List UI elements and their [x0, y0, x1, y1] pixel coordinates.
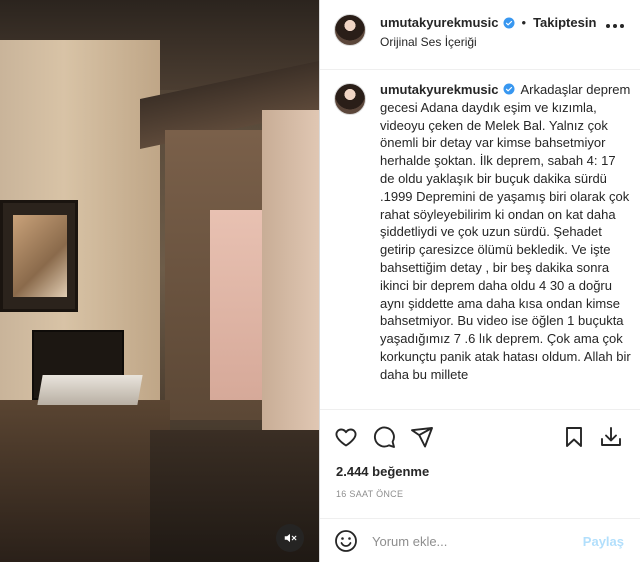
following-button[interactable]: Takiptesin: [533, 15, 596, 30]
actions-divider: [320, 409, 640, 410]
like-button[interactable]: [333, 424, 359, 450]
post-side-panel: umutakyurekmusic • Takiptesin Orijinal S…: [320, 0, 640, 562]
post-header: umutakyurekmusic • Takiptesin Orijinal S…: [320, 0, 640, 70]
post-caption: umutakyurekmusic Arkadaşlar deprem gecesi…: [380, 81, 632, 384]
comment-input[interactable]: [372, 529, 572, 553]
download-icon: [601, 427, 621, 446]
mute-toggle-button[interactable]: [276, 524, 304, 552]
more-options-button[interactable]: [606, 24, 624, 28]
speaker-muted-icon: [284, 533, 297, 543]
like-count[interactable]: 2.444 beğenme: [336, 464, 429, 479]
download-button[interactable]: [598, 424, 624, 450]
caption-username-link[interactable]: umutakyurekmusic: [380, 82, 499, 97]
username-link[interactable]: umutakyurekmusic: [380, 15, 499, 30]
post-timestamp[interactable]: 16 SAAT ÖNCE: [336, 489, 403, 499]
comment-icon: [373, 426, 395, 448]
verified-badge-icon: [503, 17, 514, 28]
comments-section[interactable]: umutakyurekmusic Arkadaşlar deprem gecesi…: [320, 71, 640, 409]
avatar[interactable]: [334, 14, 366, 46]
post-comment-button[interactable]: Paylaş: [583, 534, 624, 549]
video-scene-right-wall: [262, 110, 319, 440]
share-button[interactable]: [409, 424, 435, 450]
send-icon: [411, 427, 433, 448]
heart-icon: [335, 428, 357, 447]
video-scene-desk: [0, 400, 170, 562]
video-scene-papers: [37, 375, 143, 405]
video-scene-lit-room: [210, 210, 265, 400]
more-options-icon: [606, 24, 610, 28]
post-video[interactable]: [0, 0, 319, 562]
add-comment-bar: Paylaş: [320, 518, 640, 562]
audio-label-link[interactable]: Orijinal Ses İçeriği: [380, 35, 477, 49]
caption-text: Arkadaşlar deprem gecesi Adana daydık eş…: [380, 82, 631, 382]
caption-avatar[interactable]: [334, 83, 366, 115]
separator-dot: •: [521, 15, 527, 30]
emoji-icon[interactable]: [334, 529, 358, 553]
save-button[interactable]: [561, 424, 587, 450]
bookmark-icon: [566, 427, 582, 447]
verified-badge-icon: [503, 83, 514, 95]
comment-button[interactable]: [371, 424, 397, 450]
video-scene-picture-frame: [0, 200, 78, 312]
header-user-row: umutakyurekmusic • Takiptesin: [380, 15, 596, 30]
action-bar: [320, 420, 640, 454]
